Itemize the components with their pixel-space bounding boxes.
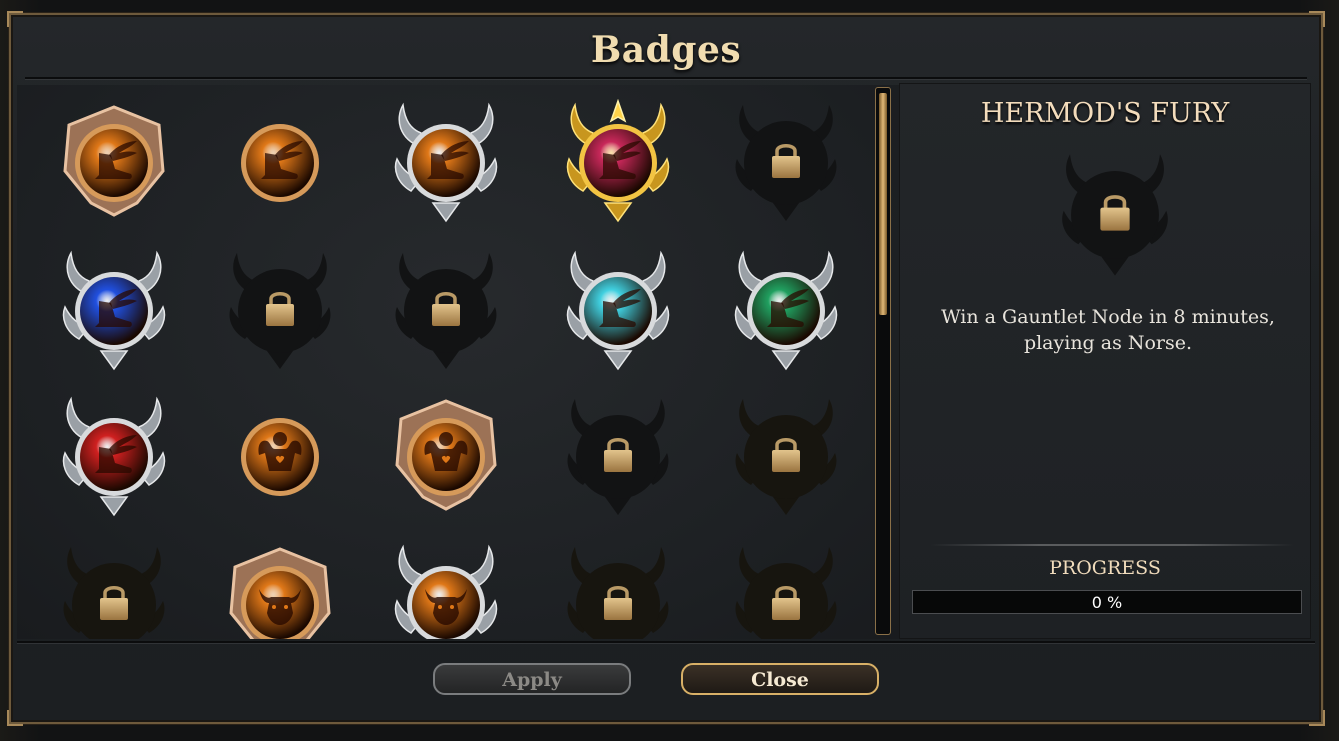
- frame-corner: [7, 710, 23, 726]
- apply-button[interactable]: Apply: [433, 663, 631, 695]
- frame-corner: [1309, 11, 1325, 27]
- badge-winged-boot-10[interactable]: [721, 247, 851, 377]
- locked-badge[interactable]: [553, 541, 683, 639]
- locked-badge[interactable]: [49, 541, 179, 639]
- badge-winged-boot-2[interactable]: [215, 99, 345, 229]
- badge-grid: [17, 85, 901, 639]
- detail-divider: [930, 544, 1294, 546]
- badge-bull-17[interactable]: [215, 541, 345, 639]
- progress-label: PROGRESS: [1049, 557, 1161, 579]
- locked-badge[interactable]: [381, 247, 511, 377]
- badge-winged-boot-9[interactable]: [553, 247, 683, 377]
- close-button[interactable]: Close: [681, 663, 879, 695]
- scrollbar[interactable]: [875, 87, 891, 635]
- progress-text: 0 %: [1091, 593, 1123, 612]
- locked-badge[interactable]: [721, 393, 851, 523]
- locked-badge-icon: [1047, 148, 1183, 288]
- badge-winged-boot-4[interactable]: [553, 99, 683, 229]
- frame-corner: [1309, 710, 1325, 726]
- locked-badge[interactable]: [553, 393, 683, 523]
- frame-corner: [7, 11, 23, 27]
- badge-strongman-13[interactable]: [381, 393, 511, 523]
- badge-strongman-12[interactable]: [215, 393, 345, 523]
- badge-winged-boot-3[interactable]: [381, 99, 511, 229]
- progress-bar: 0 %: [912, 590, 1302, 614]
- badge-bull-18[interactable]: [381, 541, 511, 639]
- badge-description: Win a Gauntlet Node in 8 minutes, playin…: [941, 306, 1275, 354]
- badge-winged-boot-11[interactable]: [49, 393, 179, 523]
- locked-badge[interactable]: [721, 541, 851, 639]
- badge-detail-panel: HERMOD'S FURY Win a Gauntlet Node in 8 m…: [899, 83, 1311, 639]
- badge-winged-boot-6[interactable]: [49, 247, 179, 377]
- badge-winged-boot-1[interactable]: [49, 99, 179, 229]
- locked-badge[interactable]: [721, 99, 851, 229]
- window-title: Badges: [590, 29, 742, 71]
- footer-divider: [17, 641, 1315, 644]
- badges-window: Badges HERMOD'S FURY Win a Gauntlet Node…: [7, 11, 1325, 726]
- badge-title: HERMOD'S FURY: [980, 98, 1230, 129]
- title-divider: [25, 77, 1307, 80]
- locked-badge[interactable]: [215, 247, 345, 377]
- scrollbar-thumb[interactable]: [879, 93, 887, 315]
